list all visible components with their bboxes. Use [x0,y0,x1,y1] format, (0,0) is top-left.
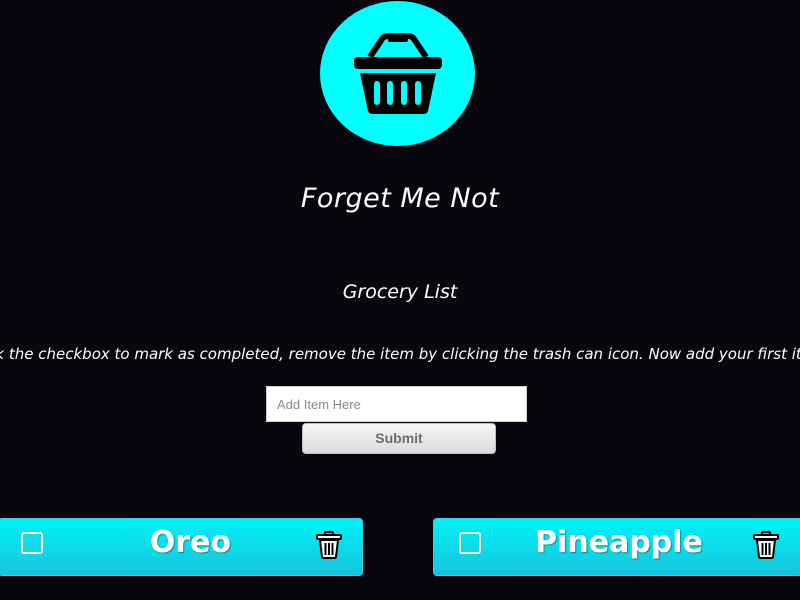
add-item-input[interactable] [266,386,527,422]
app-title: Forget Me Not [300,183,500,214]
shopping-basket-icon [354,33,442,114]
list-item: Pineapple [433,518,800,576]
app-page: Forget Me Not Grocery List Click the che… [0,0,800,600]
trash-icon[interactable] [753,531,779,559]
submit-button[interactable]: Submit [302,423,496,454]
trash-icon[interactable] [316,531,342,559]
instructions-text: Click the checkbox to mark as completed,… [0,345,800,363]
item-label: Pineapple [535,525,703,560]
list-item: Oreo [0,518,363,576]
logo [320,1,475,146]
list-title: Grocery List [342,281,458,303]
